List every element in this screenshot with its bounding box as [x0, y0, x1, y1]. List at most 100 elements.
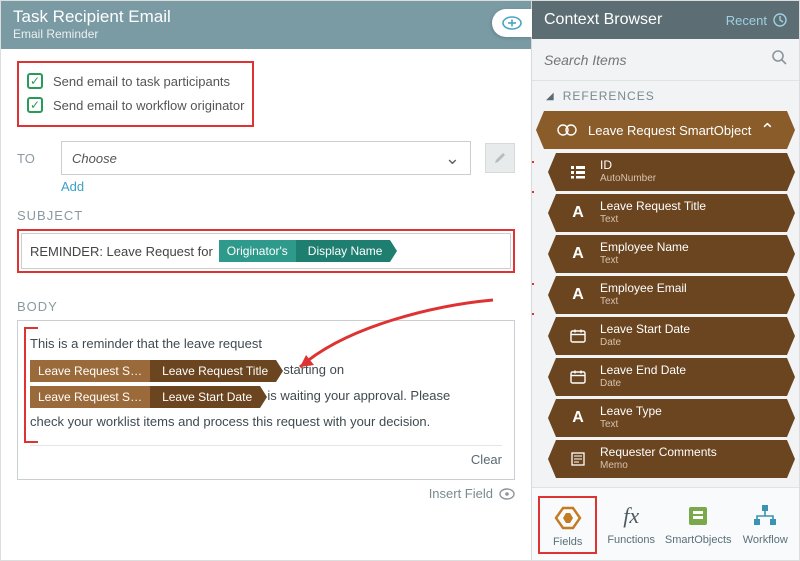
clear-button[interactable]: Clear [471, 452, 502, 467]
field-text: Requester CommentsMemo [600, 445, 717, 473]
context-title: Context Browser [544, 11, 662, 29]
search-row [532, 39, 799, 81]
field-text: IDAutoNumber [600, 158, 656, 186]
field-type-icon: A [566, 244, 590, 264]
check-participants-row[interactable]: ✓ Send email to task participants [27, 69, 244, 93]
chevron-up-icon: ⌃ [760, 120, 775, 141]
token-field: Display Name [296, 240, 391, 262]
toggle-context-button[interactable] [492, 9, 532, 37]
field-type-icon [566, 449, 590, 469]
recent-link[interactable]: Recent [726, 13, 787, 28]
to-edit-button[interactable] [485, 143, 515, 173]
body-label: BODY [17, 299, 515, 314]
tab-label: SmartObjects [665, 534, 732, 546]
token-source: Leave Request S… [30, 360, 150, 382]
body-token-1[interactable]: Leave Request S… Leave Request Title [30, 360, 276, 382]
field-title: Requester Comments [600, 445, 717, 459]
field-title: Employee Email [600, 281, 687, 295]
body-content: This is a reminder that the leave reques… [30, 331, 502, 435]
subject-prefix: REMINDER: Leave Request for [30, 244, 213, 259]
panel-header: Task Recipient Email Email Reminder [1, 1, 531, 49]
field-title: ID [600, 158, 656, 172]
tab-workflow[interactable]: Workflow [738, 496, 793, 554]
field-text: Leave End DateDate [600, 363, 686, 391]
field-title: Leave End Date [600, 363, 686, 377]
subject-input[interactable]: REMINDER: Leave Request for Originator's… [21, 233, 511, 269]
body-mid2: is waiting your approval. Please [267, 388, 450, 403]
token-field: Leave Start Date [150, 386, 260, 408]
body-mid1: starting on [283, 362, 344, 377]
workflow-icon [738, 500, 793, 532]
references-header[interactable]: ◢ REFERENCES [532, 81, 799, 111]
field-type-icon [566, 162, 590, 182]
body-input[interactable]: This is a reminder that the leave reques… [17, 320, 515, 480]
check-participants-label: Send email to task participants [53, 74, 230, 89]
insert-field-row[interactable]: Insert Field [17, 486, 515, 501]
body-token-2[interactable]: Leave Request S… Leave Start Date [30, 386, 260, 408]
field-title: Leave Type [600, 404, 662, 418]
context-browser-panel: Context Browser Recent ◢ REFERENCES Le [531, 1, 799, 560]
to-add-link[interactable]: Add [61, 179, 84, 194]
highlight-marker [532, 283, 534, 315]
reference-field[interactable]: A Leave Request TitleText [556, 194, 787, 232]
clock-icon [773, 13, 787, 27]
field-subtype: Memo [600, 459, 717, 473]
field-type-icon: A [566, 408, 590, 428]
tab-smartobjects[interactable]: SmartObjects [665, 496, 732, 554]
tab-label: Workflow [743, 534, 788, 546]
body-footer: Clear [30, 445, 502, 467]
reference-field[interactable]: AEmployee EmailText [556, 276, 787, 314]
reference-field[interactable]: ALeave TypeText [556, 399, 787, 437]
email-config-panel: Task Recipient Email Email Reminder ✓ Se… [1, 1, 531, 560]
field-type-icon [566, 367, 590, 387]
smartobject-icon [556, 119, 578, 141]
insert-field-icon [499, 488, 515, 500]
check-originator-label: Send email to workflow originator [53, 98, 244, 113]
check-originator-row[interactable]: ✓ Send email to workflow originator [27, 93, 244, 117]
panel-body: ✓ Send email to task participants ✓ Send… [1, 49, 531, 560]
tab-functions[interactable]: fx Functions [603, 496, 658, 554]
field-title: Employee Name [600, 240, 689, 254]
body-line3: check your worklist items and process th… [30, 414, 430, 429]
token-source: Originator's [219, 240, 296, 262]
field-text: Employee NameText [600, 240, 689, 268]
reference-field[interactable]: Leave End DateDate [556, 358, 787, 396]
tab-label: Functions [607, 534, 655, 546]
insert-field-label: Insert Field [429, 486, 493, 501]
reference-field[interactable]: Requester CommentsMemo [556, 440, 787, 478]
field-subtype: Date [600, 377, 686, 391]
chevron-down-icon: ⌄ [445, 148, 460, 169]
body-line1: This is a reminder that the leave reques… [30, 336, 262, 351]
reference-field[interactable]: A Employee NameText [556, 235, 787, 273]
tab-fields[interactable]: Fields [538, 496, 597, 554]
pencil-icon [493, 151, 507, 165]
panel-title: Task Recipient Email [13, 7, 519, 27]
to-placeholder: Choose [72, 151, 117, 166]
checkbox-checked-icon: ✓ [27, 97, 43, 113]
recent-label: Recent [726, 13, 767, 28]
to-select[interactable]: Choose ⌄ [61, 141, 471, 175]
search-input[interactable] [544, 52, 763, 68]
subject-token[interactable]: Originator's Display Name [219, 240, 391, 262]
token-field: Leave Request Title [150, 360, 276, 382]
reference-group[interactable]: Leave Request SmartObject ⌃ [544, 111, 787, 149]
toggle-icon [502, 16, 522, 30]
reference-field[interactable]: Leave Start DateDate [556, 317, 787, 355]
reference-field[interactable]: IDAutoNumber [556, 153, 787, 191]
reference-list: Leave Request SmartObject ⌃ IDAutoNumber… [532, 111, 799, 487]
field-text: Employee EmailText [600, 281, 687, 309]
field-text: Leave Request TitleText [600, 199, 706, 227]
context-tabs: Fields fx Functions SmartObjects Workflo… [532, 487, 799, 560]
subject-label: SUBJECT [17, 208, 515, 223]
search-icon[interactable] [771, 49, 787, 70]
field-type-icon [566, 326, 590, 346]
context-header: Context Browser Recent [532, 1, 799, 39]
collapse-icon: ◢ [546, 91, 555, 102]
functions-icon: fx [603, 500, 658, 532]
highlight-marker [532, 161, 534, 193]
token-source: Leave Request S… [30, 386, 150, 408]
field-type-icon: A [566, 203, 590, 223]
highlight-marker [24, 327, 27, 443]
recipient-checks: ✓ Send email to task participants ✓ Send… [17, 61, 254, 127]
field-text: Leave Start DateDate [600, 322, 690, 350]
